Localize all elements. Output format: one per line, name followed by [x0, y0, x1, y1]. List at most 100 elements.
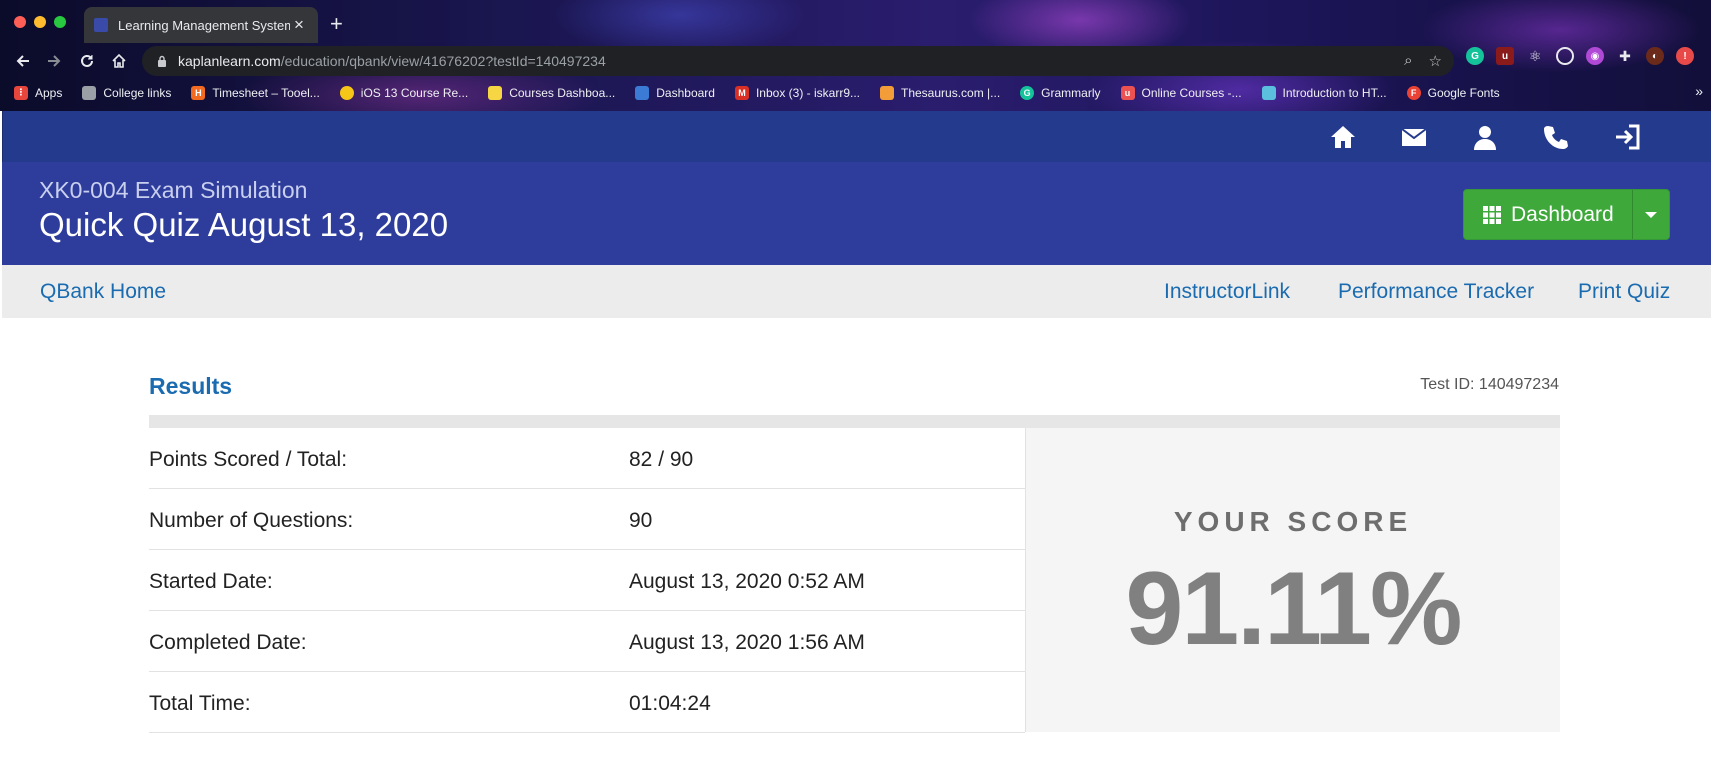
thesaurus-icon	[880, 85, 894, 100]
zoom-icon[interactable]: ⌕	[1404, 52, 1412, 70]
tab-favicon-icon	[94, 18, 108, 32]
minimize-window-button[interactable]	[34, 16, 46, 28]
gmail-icon: M	[734, 85, 749, 100]
purple-extension-icon[interactable]: ◉	[1586, 47, 1604, 65]
folder-icon	[82, 85, 97, 100]
bookmark-label: Introduction to HT...	[1282, 85, 1387, 100]
home-icon[interactable]	[1329, 123, 1357, 151]
bookmark-grammarly[interactable]: G Grammarly	[1020, 85, 1101, 100]
tab-close-icon[interactable]: ×	[290, 15, 308, 35]
bookmark-apps[interactable]: ⋮ Apps	[14, 85, 63, 100]
browser-chrome: Learning Management System × + kaplanlea…	[0, 0, 1711, 111]
instructorlink-link[interactable]: InstructorLink	[1164, 280, 1290, 304]
row-value: August 13, 2020 0:52 AM	[629, 570, 865, 593]
bookmark-ios-course[interactable]: iOS 13 Course Re...	[339, 85, 469, 100]
qbank-home-link[interactable]: QBank Home	[40, 280, 166, 304]
result-row: Completed Date: August 13, 2020 1:56 AM	[149, 611, 1025, 672]
browser-tab[interactable]: Learning Management System ×	[84, 7, 318, 43]
row-value: 82 / 90	[629, 448, 694, 471]
bookmark-label: iOS 13 Course Re...	[360, 85, 469, 100]
browser-home-icon[interactable]	[105, 47, 133, 75]
maximize-window-button[interactable]	[54, 16, 66, 28]
reload-icon[interactable]	[73, 47, 101, 75]
results-heading: Results	[149, 373, 233, 399]
url-domain: kaplanlearn.com	[178, 53, 281, 69]
apps-grid-icon: ⋮	[14, 85, 28, 100]
result-row: Total Time: 01:04:24	[149, 672, 1025, 733]
grammarly-extension-icon[interactable]: G	[1466, 47, 1484, 65]
test-id: Test ID: 140497234	[1420, 376, 1559, 393]
bookmark-label: Online Courses -...	[1141, 85, 1242, 100]
grammarly-icon: G	[1020, 85, 1035, 100]
score-panel: YOUR SCORE 91.11%	[1025, 428, 1560, 732]
bookmark-intro-html[interactable]: Introduction to HT...	[1261, 85, 1387, 100]
result-row: Number of Questions: 90	[149, 489, 1025, 550]
row-value: 01:04:24	[629, 692, 711, 715]
bookmark-dashboard[interactable]: Dashboard	[635, 85, 715, 100]
dashboard-button[interactable]: Dashboard	[1464, 190, 1632, 239]
mail-icon[interactable]	[1400, 123, 1428, 151]
bookmark-label: Timesheet – Tooel...	[212, 85, 320, 100]
bookmark-timesheet[interactable]: H Timesheet – Tooel...	[191, 85, 320, 100]
bookmark-label: Courses Dashboa...	[509, 85, 616, 100]
react-extension-icon[interactable]: ⚛	[1526, 47, 1544, 65]
row-value: 90	[629, 509, 653, 532]
puzzle-extensions-icon[interactable]: ✚	[1616, 47, 1634, 65]
site-top-bar	[2, 111, 1711, 162]
dashboard-label: Dashboard	[1511, 202, 1614, 226]
bookmark-label: Grammarly	[1041, 85, 1101, 100]
address-bar[interactable]: kaplanlearn.com/education/qbank/view/416…	[142, 46, 1454, 76]
row-label: Number of Questions:	[149, 509, 354, 532]
result-row: Points Scored / Total: 82 / 90	[149, 428, 1025, 489]
bookmark-online-courses[interactable]: u Online Courses -...	[1120, 85, 1242, 100]
bookmark-label: Google Fonts	[1427, 85, 1500, 100]
bookmark-label: Apps	[35, 85, 63, 100]
bookmark-star-icon[interactable]: ☆	[1429, 52, 1442, 70]
bookmark-thesaurus[interactable]: Thesaurus.com |...	[880, 85, 1000, 100]
page-header: XK0-004 Exam Simulation Quick Quiz Augus…	[2, 162, 1711, 265]
row-label: Completed Date:	[149, 631, 307, 654]
bookmark-label: College links	[103, 85, 172, 100]
row-label: Points Scored / Total:	[149, 448, 348, 471]
dashboard-dropdown-toggle[interactable]	[1632, 190, 1669, 239]
more-bookmarks-icon[interactable]: »	[1695, 83, 1703, 99]
user-icon[interactable]	[1471, 123, 1499, 151]
phone-icon[interactable]	[1542, 123, 1570, 151]
lock-icon	[158, 55, 166, 67]
performance-tracker-link[interactable]: Performance Tracker	[1338, 280, 1534, 304]
caret-down-icon	[1645, 211, 1658, 218]
score-label: YOUR SCORE	[1173, 506, 1413, 537]
row-value: August 13, 2020 1:56 AM	[629, 631, 865, 654]
browser-toolbar: kaplanlearn.com/education/qbank/view/416…	[0, 43, 1711, 79]
udemy-icon: u	[1120, 85, 1135, 100]
profile-avatar-icon[interactable]: ◐	[1646, 47, 1664, 65]
sign-out-icon[interactable]	[1613, 123, 1641, 151]
url-path: /education/qbank/view/41676202?testId=14…	[280, 53, 606, 69]
sub-navigation: QBank Home InstructorLink Performance Tr…	[2, 265, 1711, 318]
print-quiz-link[interactable]: Print Quiz	[1578, 280, 1670, 304]
bookmarks-bar: ⋮ Apps College links H Timesheet – Tooel..…	[0, 80, 1711, 105]
bookmark-google-fonts[interactable]: F Google Fonts	[1406, 85, 1500, 100]
results-divider	[149, 415, 1560, 428]
extensions-bar: G u ⚛ ◉ ✚ ◐ !	[1466, 47, 1694, 65]
new-tab-button[interactable]: +	[330, 12, 343, 36]
back-arrow-icon[interactable]	[9, 47, 37, 75]
html-icon	[1261, 85, 1276, 100]
bookmark-courses-dashboard[interactable]: Courses Dashboa...	[488, 85, 616, 100]
target-extension-icon[interactable]	[1556, 47, 1574, 65]
tab-title: Learning Management System	[118, 17, 290, 33]
alert-extension-icon[interactable]: !	[1676, 47, 1694, 65]
ublock-extension-icon[interactable]: u	[1496, 47, 1514, 65]
bookmark-college-links[interactable]: College links	[82, 85, 172, 100]
page-title: Quick Quiz August 13, 2020	[39, 206, 449, 243]
grid-icon	[1483, 205, 1501, 224]
close-window-button[interactable]	[14, 16, 26, 28]
bars-icon	[635, 85, 650, 100]
bookmark-inbox[interactable]: M Inbox (3) - iskarr9...	[734, 85, 860, 100]
row-label: Started Date:	[149, 570, 273, 593]
results-table: Points Scored / Total: 82 / 90 Number of…	[149, 428, 1025, 733]
exam-subtitle: XK0-004 Exam Simulation	[39, 177, 308, 203]
forward-arrow-icon[interactable]	[40, 47, 68, 75]
h-icon: H	[191, 85, 206, 100]
score-value: 91.11%	[1125, 551, 1463, 667]
